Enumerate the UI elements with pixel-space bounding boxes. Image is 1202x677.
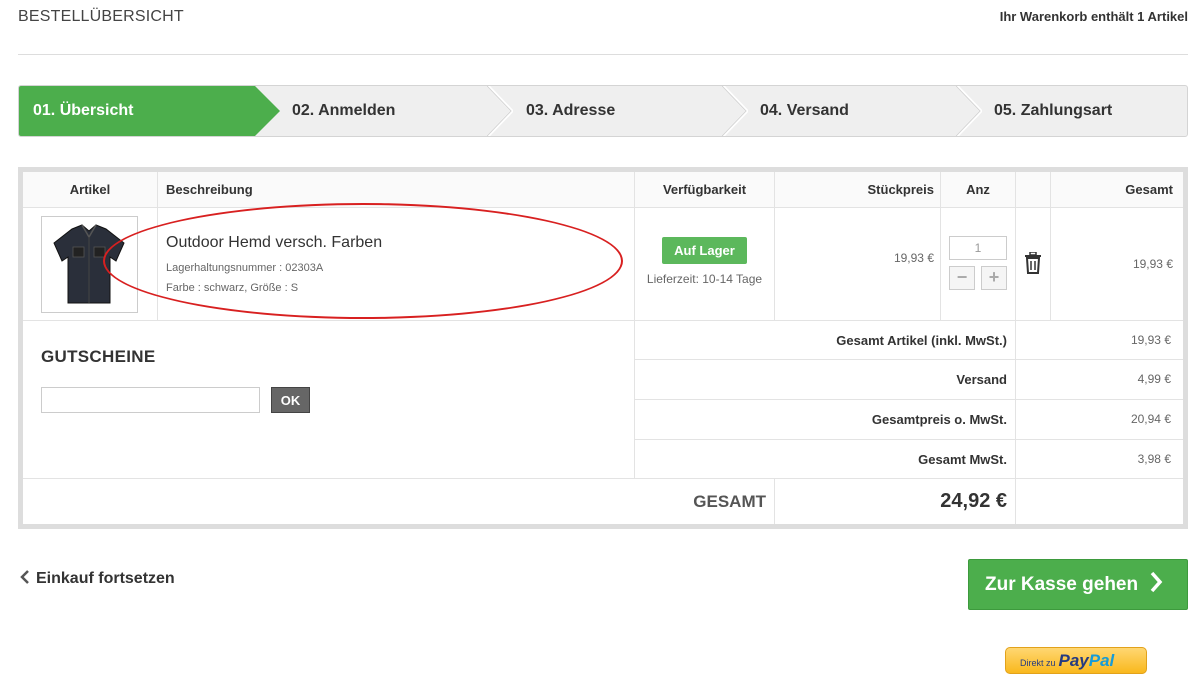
col-header-verfuegbarkeit: Verfügbarkeit [635,172,775,208]
quantity-increase-button[interactable]: + [981,266,1007,290]
cart-table: Artikel Beschreibung Verfügbarkeit Stück… [18,167,1188,529]
col-header-delete [1016,172,1051,208]
summary-label: Versand [635,360,1016,400]
paypal-logo: PayPal [1059,651,1115,670]
col-header-artikel: Artikel [23,172,158,208]
grand-total-value: 24,92 € [775,479,1016,524]
summary-value: 19,93 € [1016,321,1183,360]
checkout-steps: 01. Übersicht 02. Anmelden 03. Adresse 0… [18,85,1188,137]
continue-shopping-link[interactable]: Einkauf fortsetzen [20,570,175,588]
summary-value: 4,99 € [1016,360,1183,400]
item-delete-cell [1016,208,1051,321]
col-header-anz: Anz [941,172,1016,208]
quantity-input[interactable] [949,236,1007,260]
step-overview-label: 01. Übersicht [33,102,134,119]
grand-total-label: GESAMT [23,479,775,524]
step-separator [722,86,748,136]
checkout-button[interactable]: Zur Kasse gehen [968,559,1188,610]
item-quantity-cell: − + [941,208,1016,321]
checkout-label: Zur Kasse gehen [985,574,1139,595]
col-header-beschreibung: Beschreibung [158,172,635,208]
shirt-icon [53,224,125,304]
paypal-button[interactable]: Direkt zu PayPal [1005,647,1147,674]
step-shipping[interactable]: 04. Versand [720,86,956,136]
header-divider [18,54,1188,55]
summary-label: Gesamt Artikel (inkl. MwSt.) [635,321,1016,360]
col-header-stueckpreis: Stückpreis [775,172,941,208]
delivery-time: Lieferzeit: 10-14 Tage [646,272,763,286]
quantity-decrease-button[interactable]: − [949,266,975,290]
paypal-logo-pal: Pal [1088,651,1115,670]
step-login-label: 02. Anmelden [292,102,396,119]
item-availability-cell: Auf Lager Lieferzeit: 10-14 Tage [635,208,775,321]
summary-label: Gesamt MwSt. [635,440,1016,479]
item-description-cell: Outdoor Hemd versch. Farben Lagerhaltung… [158,208,635,321]
product-variant: Farbe : schwarz, Größe : S [166,282,299,294]
cart-count-info: Ihr Warenkorb enthält 1 Artikel [999,9,1188,24]
step-address-label: 03. Adresse [526,102,616,119]
summary-value: 20,94 € [1016,400,1183,440]
voucher-code-input[interactable] [41,387,260,413]
step-payment[interactable]: 05. Zahlungsart [954,86,1187,136]
unit-price: 19,93 € [775,208,941,321]
product-name[interactable]: Outdoor Hemd versch. Farben [166,234,382,252]
step-separator [487,86,513,136]
grand-total-empty [1016,479,1183,524]
step-address[interactable]: 03. Adresse [486,86,722,136]
summary-label: Gesamtpreis o. MwSt. [635,400,1016,440]
item-total: 19,93 € [1051,208,1183,321]
product-image[interactable] [41,216,138,313]
step-separator [956,86,982,136]
trash-icon[interactable] [1024,252,1042,274]
step-payment-label: 05. Zahlungsart [994,102,1113,119]
voucher-title: GUTSCHEINE [41,347,156,366]
item-image-cell [23,208,158,321]
page-title: BESTELLÜBERSICHT [18,8,184,25]
availability-badge: Auf Lager [662,237,747,264]
col-header-gesamt: Gesamt [1051,172,1183,208]
step-active-arrow [255,86,280,136]
step-login[interactable]: 02. Anmelden [252,86,487,136]
voucher-section: GUTSCHEINE OK [23,321,635,479]
summary-value: 3,98 € [1016,440,1183,479]
step-overview[interactable]: 01. Übersicht [19,86,280,136]
paypal-logo-pay: Pay [1058,651,1089,670]
product-sku: Lagerhaltungsnummer : 02303A [166,262,324,274]
chevron-right-icon [1151,571,1163,593]
continue-shopping-label: Einkauf fortsetzen [36,570,175,587]
step-shipping-label: 04. Versand [760,102,849,119]
paypal-prefix: Direkt zu [1020,658,1056,668]
voucher-ok-button[interactable]: OK [271,387,310,413]
chevron-left-icon [20,570,29,584]
